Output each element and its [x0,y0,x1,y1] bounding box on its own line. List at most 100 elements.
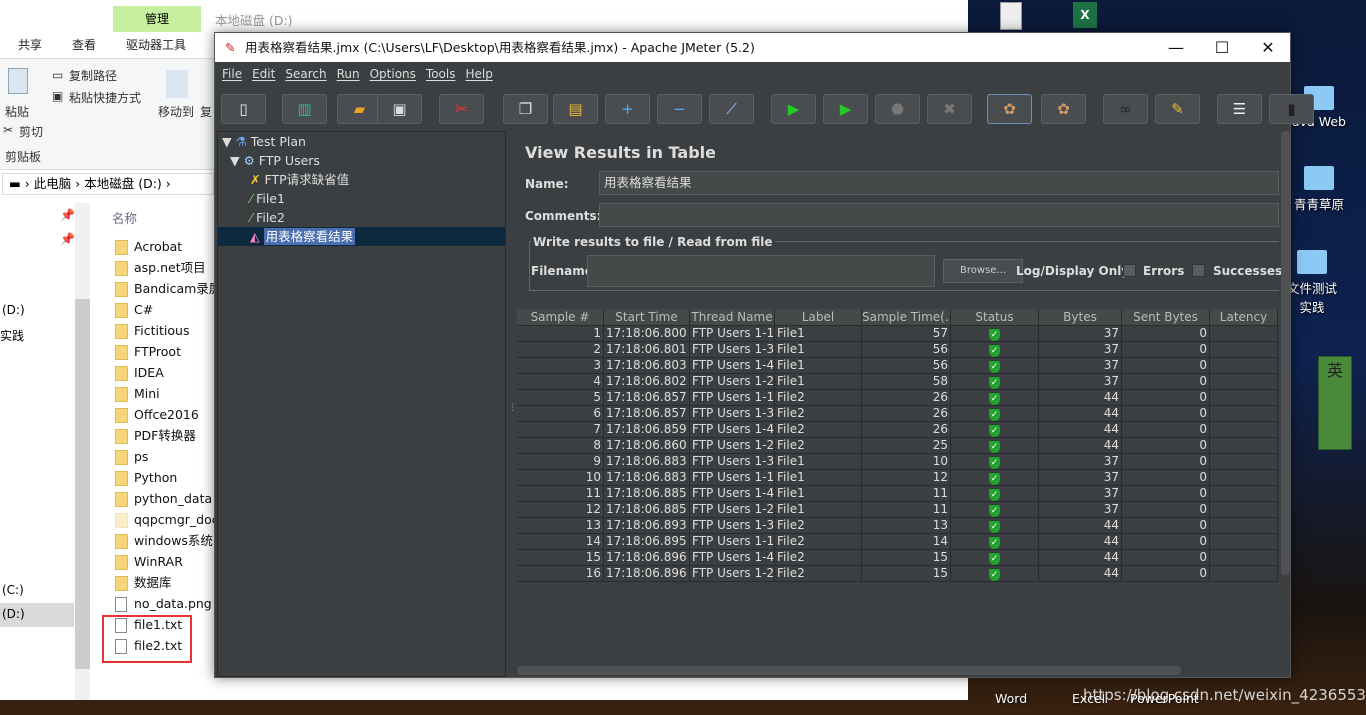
tree-node-file1[interactable]: ⁄ File1 [218,189,505,208]
name-input[interactable]: 用表格察看结果 [599,171,1279,195]
file-item[interactable]: asp.net项目 [115,257,215,278]
table-row[interactable]: 2 17:18:06.801 FTP Users 1-3 File1 56 ✓ 37 0 [517,342,1279,358]
menu-file[interactable]: File [222,67,242,81]
file-item[interactable]: ps [115,446,215,467]
tree-node-view-results-table[interactable]: ◭ 用表格察看结果 [218,227,505,246]
horizontal-scrollbar[interactable] [517,666,1181,675]
file-item[interactable]: windows系统 [115,530,215,551]
desktop-icon-qingqing[interactable]: 青青草原 [1282,166,1356,213]
table-row[interactable]: 8 17:18:06.860 FTP Users 1-2 File2 25 ✓ 44 0 [517,438,1279,454]
table-row[interactable]: 3 17:18:06.803 FTP Users 1-4 File1 56 ✓ 37 0 [517,358,1279,374]
address-bar[interactable]: ▬ › 此电脑 › 本地磁盘 (D:) › [2,173,214,195]
file-item[interactable]: Acrobat [115,236,215,257]
start-no-pause-button[interactable]: ▶ [823,94,868,124]
splitter-handle[interactable]: ⋮ [508,403,517,413]
menu-help[interactable]: Help [465,67,492,81]
filename-input[interactable] [587,255,935,287]
paste-button[interactable]: 粘贴 [5,103,29,120]
tree-node-test-plan[interactable]: ▼ ⚗ Test Plan [218,132,505,151]
vertical-scrollbar[interactable] [1281,131,1290,575]
close-button[interactable]: ✕ [1245,33,1291,62]
file-item[interactable]: C# [115,299,215,320]
menu-tools[interactable]: Tools [426,67,456,81]
excel-icon[interactable]: X [1073,2,1097,28]
copy-button[interactable]: ❐ [503,94,548,124]
copy-path-button[interactable]: 复制路径 [69,67,117,84]
collapse-button[interactable]: − [657,94,702,124]
nav-item[interactable]: 实践 [0,327,24,344]
browse-button[interactable]: Browse... [943,259,1023,283]
reset-search-button[interactable]: ✎ [1155,94,1200,124]
column-header[interactable]: Start Time [604,309,690,325]
save-button[interactable]: ▣ [377,94,422,124]
new-button[interactable]: ▯ [221,94,266,124]
cut-button[interactable]: 剪切 [19,123,43,140]
document-icon[interactable] [1000,2,1022,30]
tab-drive-tools[interactable]: 驱动器工具 [126,36,186,58]
nav-item[interactable]: (C:) [2,583,24,597]
file-item[interactable]: qqpcmgr_doc [115,509,215,530]
column-header[interactable]: Label [775,309,862,325]
tab-view[interactable]: 查看 [72,36,96,58]
column-header[interactable]: Sample # [517,309,604,325]
file-item[interactable]: PDF转换器 [115,425,215,446]
stop-button[interactable]: ⬣ [875,94,920,124]
table-row[interactable]: 7 17:18:06.859 FTP Users 1-4 File2 26 ✓ 44 0 [517,422,1279,438]
file-item[interactable]: no_data.png [115,593,215,614]
open-button[interactable]: ▰ [337,94,382,124]
column-header[interactable]: Sent Bytes [1122,309,1210,325]
ime-widget[interactable]: 英 [1318,356,1352,450]
errors-checkbox[interactable] [1123,264,1136,277]
move-to-button[interactable]: 移动到 [158,103,194,120]
file-item[interactable]: FTProot [115,341,215,362]
table-row[interactable]: 1 17:18:06.800 FTP Users 1-1 File1 57 ✓ 37 0 [517,326,1279,342]
table-row[interactable]: 15 17:18:06.896 FTP Users 1-4 File2 15 ✓ 44 0 [517,550,1279,566]
paste-shortcut-button[interactable]: 粘贴快捷方式 [69,89,141,106]
file-item[interactable]: Bandicam录屏 [115,278,215,299]
file-item[interactable]: Mini [115,383,215,404]
minimize-button[interactable]: — [1153,33,1199,62]
breadcrumb-drive-d[interactable]: 本地磁盘 (D:) [84,176,162,191]
file-item[interactable]: IDEA [115,362,215,383]
comments-input[interactable] [599,203,1279,227]
table-row[interactable]: 13 17:18:06.893 FTP Users 1-3 File2 13 ✓ 44 0 [517,518,1279,534]
successes-checkbox[interactable] [1192,264,1205,277]
tree-node-ftp-defaults[interactable]: ✗ FTP请求缺省值 [218,170,505,189]
tab-manage[interactable]: 管理 [113,6,201,32]
clear-all-button[interactable]: ✿ [1041,94,1086,124]
table-row[interactable]: 12 17:18:06.885 FTP Users 1-2 File1 11 ✓ 37 0 [517,502,1279,518]
templates-button[interactable]: ▥ [282,94,327,124]
menu-run[interactable]: Run [337,67,360,81]
cut-button[interactable]: ✂ [439,94,484,124]
file-item[interactable]: Python [115,467,215,488]
menu-edit[interactable]: Edit [252,67,275,81]
column-header[interactable]: Bytes [1039,309,1122,325]
column-header[interactable]: Status [951,309,1039,325]
toggle-button[interactable]: ⟋ [709,94,754,124]
help-button[interactable]: ▮ [1269,94,1314,124]
table-row[interactable]: 11 17:18:06.885 FTP Users 1-4 File1 11 ✓ 37 0 [517,486,1279,502]
table-row[interactable]: 10 17:18:06.883 FTP Users 1-1 File1 12 ✓ 37 0 [517,470,1279,486]
menu-options[interactable]: Options [370,67,416,81]
tab-share[interactable]: 共享 [18,36,42,58]
table-row[interactable]: 14 17:18:06.895 FTP Users 1-1 File2 14 ✓ 44 0 [517,534,1279,550]
table-row[interactable]: 4 17:18:06.802 FTP Users 1-2 File1 58 ✓ 37 0 [517,374,1279,390]
nav-item-selected[interactable]: (D:) [0,603,74,627]
file-item[interactable]: WinRAR [115,551,215,572]
table-row[interactable]: 9 17:18:06.883 FTP Users 1-3 File1 10 ✓ 37 0 [517,454,1279,470]
maximize-button[interactable]: ☐ [1199,33,1245,62]
menu-search[interactable]: Search [285,67,326,81]
expand-button[interactable]: + [605,94,650,124]
file-item[interactable]: python_data [115,488,215,509]
start-button[interactable]: ▶ [771,94,816,124]
clear-button[interactable]: ✿ [987,94,1032,124]
table-row[interactable]: 16 17:18:06.896 FTP Users 1-2 File2 15 ✓ 44 0 [517,566,1279,582]
tree-node-ftp-users[interactable]: ▼ ⚙ FTP Users [218,151,505,170]
taskbar-word[interactable]: Word [995,691,1027,706]
file-item[interactable]: Fictitious [115,320,215,341]
search-button[interactable]: ∞ [1103,94,1148,124]
breadcrumb-this-pc[interactable]: 此电脑 [34,176,72,191]
column-header[interactable]: Latency [1210,309,1278,325]
table-row[interactable]: 5 17:18:06.857 FTP Users 1-1 File2 26 ✓ 44 0 [517,390,1279,406]
nav-item[interactable]: (D:) [2,303,25,317]
